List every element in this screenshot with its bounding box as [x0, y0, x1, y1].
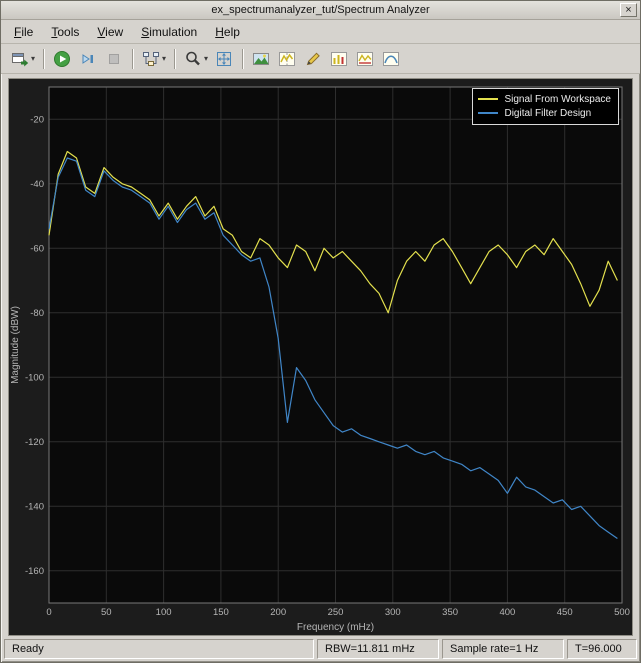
- svg-text:-120: -120: [25, 437, 44, 448]
- svg-text:100: 100: [156, 607, 172, 618]
- svg-text:250: 250: [328, 607, 344, 618]
- svg-text:-140: -140: [25, 501, 44, 512]
- toolbar: ▾ ▾ ▾: [1, 44, 640, 74]
- menu-tools[interactable]: Tools: [42, 21, 88, 43]
- peak-finder-button[interactable]: [300, 46, 326, 72]
- measurements-icon: [279, 51, 296, 66]
- spectrum-settings-button[interactable]: [248, 46, 274, 72]
- toolbar-separator: [43, 48, 45, 69]
- curve-icon: [383, 51, 400, 66]
- legend-swatch-yellow: [478, 98, 499, 100]
- status-ready: Ready: [4, 639, 314, 659]
- toolbar-separator: [242, 48, 244, 69]
- menu-file[interactable]: File: [5, 21, 42, 43]
- zoom-button[interactable]: ▾: [180, 46, 211, 72]
- legend: Signal From Workspace Digital Filter Des…: [472, 88, 619, 125]
- svg-text:Frequency (mHz): Frequency (mHz): [297, 622, 374, 633]
- measurements-button[interactable]: [274, 46, 300, 72]
- menu-bar: File Tools View Simulation Help: [1, 20, 640, 44]
- pencil-icon: [306, 52, 320, 65]
- stop-button[interactable]: [101, 46, 127, 72]
- legend-swatch-blue: [478, 112, 499, 114]
- legend-label: Signal From Workspace: [504, 93, 611, 105]
- plot-panel: 0 50 100 150 200 250 300 350 400 450 500 -20 -40 -60 -…: [8, 78, 633, 636]
- legend-entry-signal-from-workspace: Signal From Workspace: [478, 92, 611, 106]
- image-icon: [253, 52, 270, 65]
- legend-label: Digital Filter Design: [504, 107, 592, 119]
- svg-text:150: 150: [213, 607, 229, 618]
- menu-help[interactable]: Help: [206, 21, 249, 43]
- svg-text:Magnitude (dBW): Magnitude (dBW): [10, 306, 21, 384]
- svg-text:-20: -20: [30, 114, 44, 125]
- blocks-icon: [143, 51, 160, 66]
- status-sample-rate: Sample rate=1 Hz: [442, 639, 564, 659]
- spectrum-chart: 0 50 100 150 200 250 300 350 400 450 500 -20 -40 -60 -…: [10, 86, 630, 633]
- svg-text:-100: -100: [25, 372, 44, 383]
- svg-text:-160: -160: [25, 566, 44, 577]
- svg-text:50: 50: [101, 607, 112, 618]
- dropdown-caret-icon: ▾: [162, 54, 167, 63]
- status-rbw: RBW=11.811 mHz: [317, 639, 439, 659]
- window-title: ex_spectrumanalyzer_tut/Spectrum Analyze…: [211, 4, 430, 16]
- svg-text:500: 500: [614, 607, 630, 618]
- toolbar-separator: [132, 48, 134, 69]
- run-button[interactable]: [49, 46, 75, 72]
- dropdown-caret-icon: ▾: [31, 54, 36, 63]
- magnifier-icon: [186, 51, 200, 65]
- svg-text:-60: -60: [30, 243, 44, 254]
- svg-text:300: 300: [385, 607, 401, 618]
- dropdown-caret-icon: ▾: [204, 54, 209, 63]
- step-forward-button[interactable]: [75, 46, 101, 72]
- spectral-mask-button[interactable]: [378, 46, 404, 72]
- channel-measurements-button[interactable]: [352, 46, 378, 72]
- svg-text:200: 200: [270, 607, 286, 618]
- close-button[interactable]: ×: [620, 3, 637, 17]
- svg-text:450: 450: [557, 607, 573, 618]
- distortion-measurements-button[interactable]: [326, 46, 352, 72]
- toolbar-separator: [174, 48, 176, 69]
- status-bar: Ready RBW=11.811 mHz Sample rate=1 Hz T=…: [4, 639, 637, 659]
- status-time: T=96.000: [567, 639, 637, 659]
- export-button[interactable]: ▾: [7, 46, 38, 72]
- bars-icon: [331, 51, 348, 66]
- spectrum-analyzer-window: ex_spectrumanalyzer_tut/Spectrum Analyze…: [0, 0, 641, 663]
- svg-text:400: 400: [499, 607, 515, 618]
- legend-entry-digital-filter-design: Digital Filter Design: [478, 106, 611, 120]
- simulation-settings-button[interactable]: ▾: [138, 46, 169, 72]
- menu-view[interactable]: View: [88, 21, 132, 43]
- fit-to-view-button[interactable]: [211, 46, 237, 72]
- export-icon: [12, 52, 29, 66]
- channel-icon: [357, 51, 374, 66]
- step-forward-icon: [82, 53, 94, 64]
- titlebar[interactable]: ex_spectrumanalyzer_tut/Spectrum Analyze…: [1, 1, 640, 20]
- fit-to-view-icon: [217, 51, 232, 66]
- svg-text:-40: -40: [30, 179, 44, 190]
- menu-simulation[interactable]: Simulation: [132, 21, 206, 43]
- stop-icon: [109, 53, 120, 64]
- svg-text:-80: -80: [30, 308, 44, 319]
- play-icon: [54, 50, 71, 67]
- svg-text:0: 0: [46, 607, 51, 618]
- svg-text:350: 350: [442, 607, 458, 618]
